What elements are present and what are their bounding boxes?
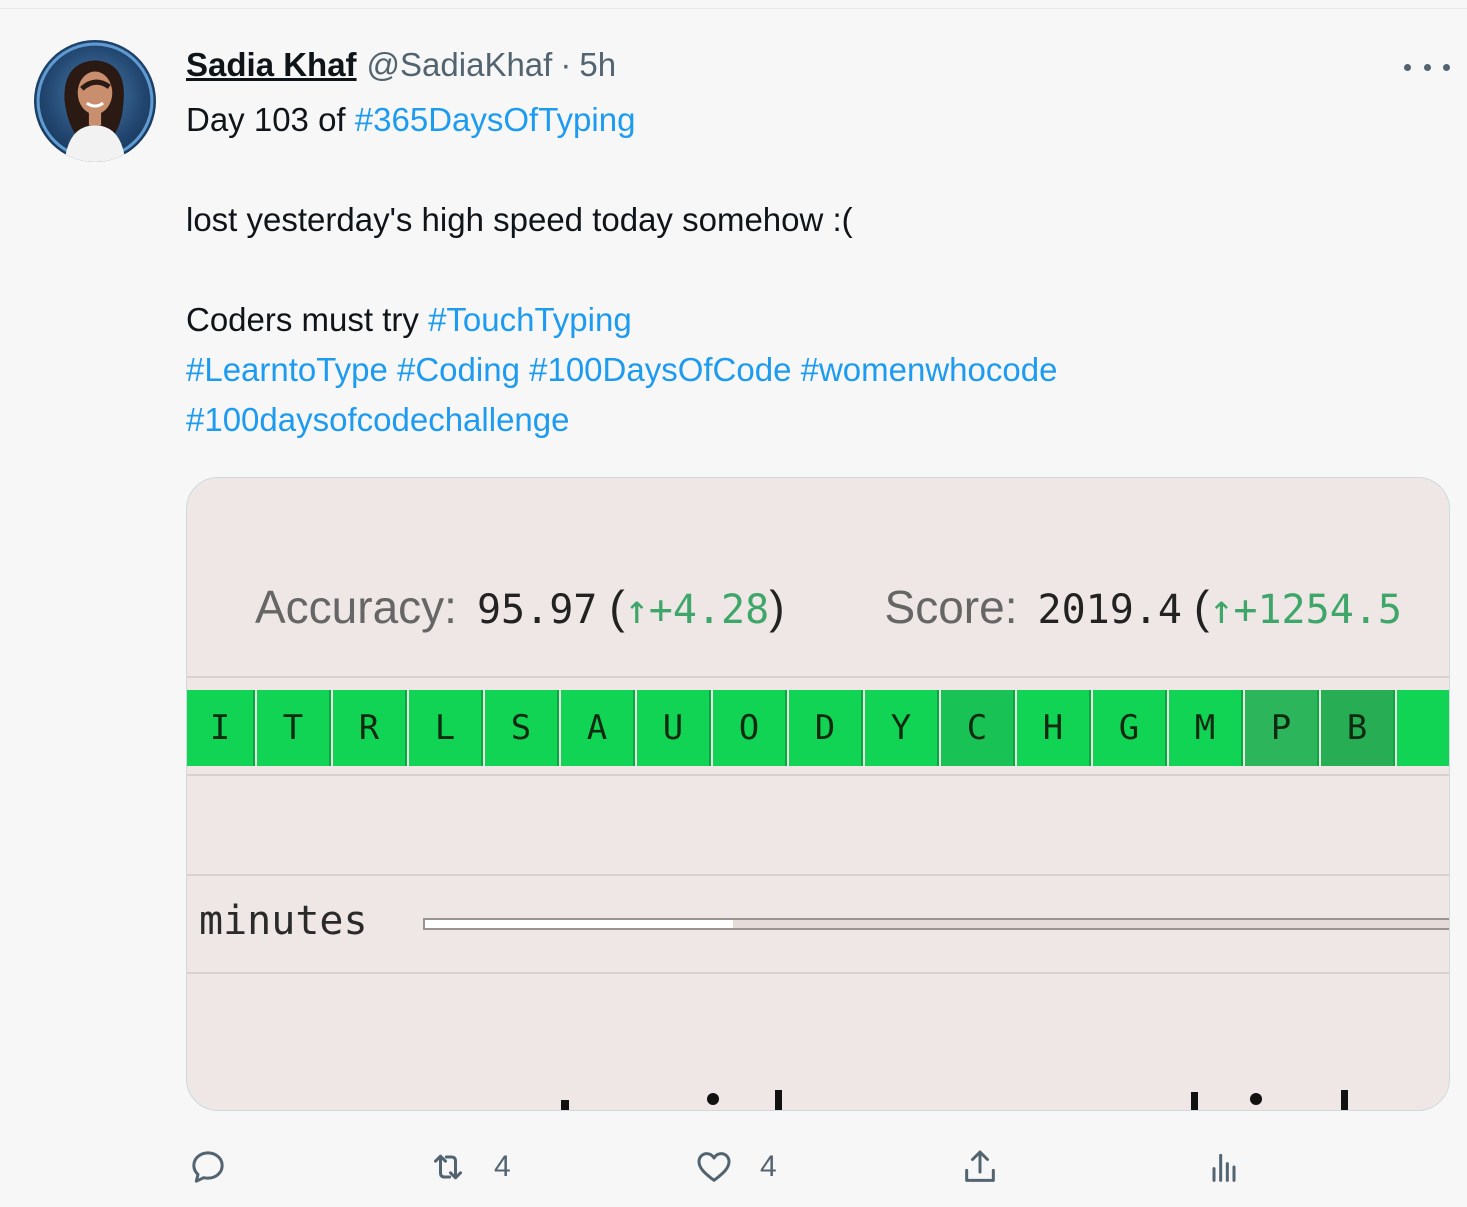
accuracy-value: 95.97	[476, 587, 598, 633]
avatar[interactable]	[34, 40, 156, 162]
key-cell: D	[789, 690, 863, 766]
key-cell: G	[1093, 690, 1167, 766]
tweet-line-2: lost yesterday's high speed today someho…	[186, 200, 853, 240]
hashtag-link[interactable]: #LearntoType	[186, 351, 388, 388]
paren-close: )	[769, 581, 785, 633]
graph-mark	[707, 1093, 719, 1105]
graph-mark	[1250, 1093, 1262, 1105]
minutes-label: minutes	[199, 898, 368, 944]
graph-mark	[1341, 1090, 1348, 1110]
retweet-count: 4	[494, 1150, 511, 1183]
author-name[interactable]: Sadia Khaf	[186, 46, 357, 84]
analytics-button[interactable]	[1204, 1145, 1244, 1189]
graph-mark	[775, 1090, 782, 1110]
score-label: Score:	[884, 581, 1018, 633]
key-cell: O	[713, 690, 787, 766]
hashtag-link[interactable]: #TouchTyping	[428, 301, 632, 338]
tweet-line-5: #100daysofcodechallenge	[186, 400, 569, 440]
key-cell: M	[1169, 690, 1243, 766]
graph-mark	[561, 1100, 569, 1110]
key-cell: Y	[865, 690, 939, 766]
author-handle[interactable]: @SadiaKhaf	[367, 46, 553, 84]
divider	[187, 774, 1449, 776]
hashtag-link[interactable]: #womenwhocode	[801, 351, 1058, 388]
tweet-line-3: Coders must try #TouchTyping	[186, 300, 632, 340]
tweet-text-segment: Coders must try	[186, 301, 429, 338]
key-row: I T R L S A U O D Y C H G M P B K	[187, 690, 1449, 766]
key-cell: S	[485, 690, 559, 766]
retweet-button[interactable]: 4	[428, 1145, 511, 1189]
paren-open: (	[609, 581, 625, 633]
tweet-line-1: Day 103 of #365DaysOfTyping	[186, 100, 635, 140]
divider	[187, 676, 1449, 678]
reply-button[interactable]	[188, 1145, 228, 1189]
key-cell: P	[1245, 690, 1319, 766]
like-count: 4	[760, 1150, 777, 1183]
key-cell: L	[409, 690, 483, 766]
tweet-actions: 4 4	[0, 1145, 1467, 1189]
tweet-line-4: #LearntoType #Coding #100DaysOfCode #wom…	[186, 350, 1057, 390]
score-value: 2019.4	[1037, 587, 1182, 633]
progress-fill	[425, 920, 733, 928]
hashtag-link[interactable]: #Coding	[397, 351, 520, 388]
share-icon	[965, 1150, 995, 1182]
paren-open: (	[1193, 581, 1210, 633]
more-options-icon[interactable]	[1404, 52, 1450, 82]
typing-stats: Accuracy: 95.97 (↑+4.28) Score: 2019.4 (…	[255, 580, 1402, 634]
accuracy-label: Accuracy:	[255, 581, 457, 633]
separator-dot: ·	[560, 46, 572, 83]
top-divider	[0, 8, 1467, 9]
like-button[interactable]: 4	[694, 1145, 777, 1189]
reply-icon	[192, 1151, 224, 1183]
score-delta: ↑+1254.5	[1209, 587, 1402, 633]
key-cell: K	[1397, 690, 1449, 766]
divider	[187, 972, 1449, 974]
minutes-progress-bar	[423, 918, 1449, 930]
key-cell: R	[333, 690, 407, 766]
key-cell: A	[561, 690, 635, 766]
divider	[187, 874, 1449, 876]
key-cell: C	[941, 690, 1015, 766]
hashtag-link[interactable]: #365DaysOfTyping	[355, 101, 636, 138]
tweet-text-segment: Day 103 of	[186, 101, 355, 138]
heart-icon	[697, 1152, 731, 1182]
hashtag-link[interactable]: #100DaysOfCode	[529, 351, 791, 388]
key-cell: B	[1321, 690, 1395, 766]
graph-mark	[1191, 1092, 1198, 1110]
key-cell: U	[637, 690, 711, 766]
key-cell: H	[1017, 690, 1091, 766]
avatar-photo	[36, 42, 154, 162]
retweet-icon	[434, 1154, 462, 1180]
key-cell: T	[257, 690, 331, 766]
tweet-image[interactable]: Accuracy: 95.97 (↑+4.28) Score: 2019.4 (…	[186, 477, 1450, 1111]
hashtag-link[interactable]: #100daysofcodechallenge	[186, 401, 569, 438]
tweet-text-segment: lost yesterday's high speed today someho…	[186, 201, 853, 238]
share-button[interactable]	[960, 1145, 1000, 1189]
tweet-header: Sadia Khaf @SadiaKhaf · 5h	[186, 46, 616, 90]
accuracy-delta: ↑+4.28	[624, 587, 770, 633]
tweet-timestamp[interactable]: 5h	[579, 46, 616, 84]
analytics-icon	[1212, 1153, 1236, 1182]
key-cell: I	[187, 690, 255, 766]
